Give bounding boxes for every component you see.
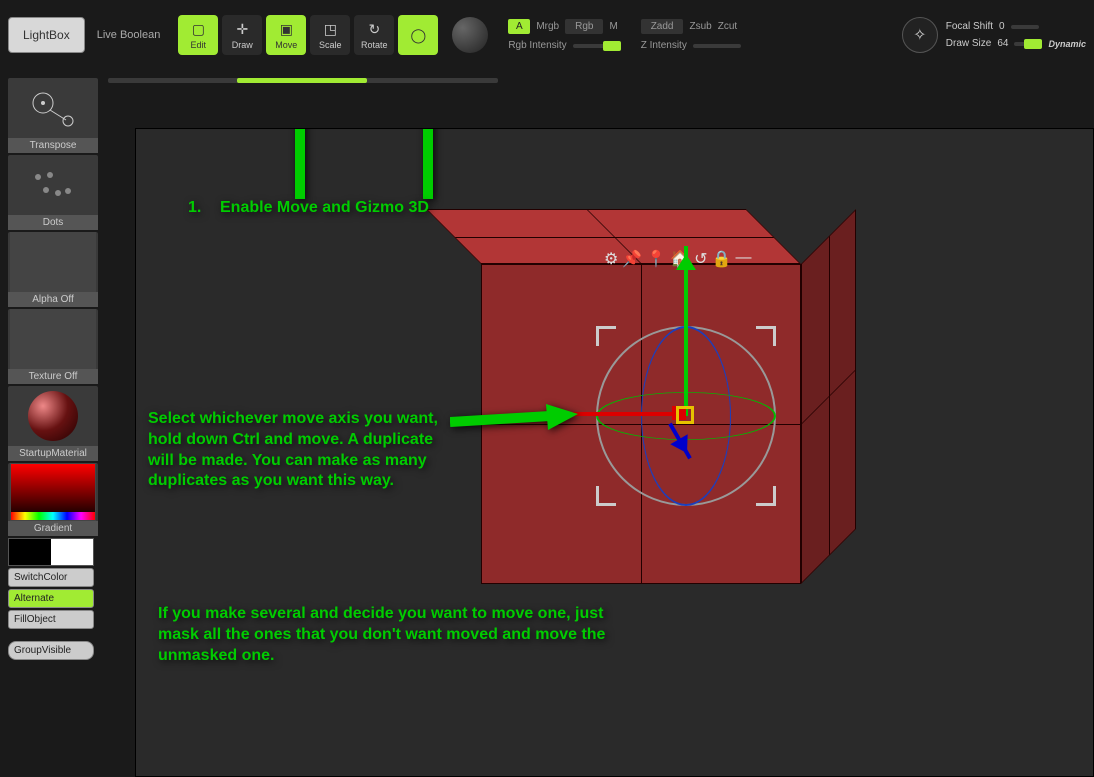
group-visible-button[interactable]: GroupVisible: [8, 641, 94, 660]
lightbox-button[interactable]: LightBox: [8, 17, 85, 53]
focal-shift-label: Focal Shift: [946, 21, 993, 32]
dots-icon: [10, 155, 96, 215]
transpose-icon: [10, 78, 96, 138]
arrow-to-gizmo: [408, 128, 468, 209]
dynamic-label: Dynamic: [1048, 39, 1086, 49]
zsub-label[interactable]: Zsub: [689, 21, 711, 32]
mrgb-label[interactable]: Mrgb: [536, 21, 559, 32]
draw-size-value: 64: [997, 38, 1008, 49]
texture-thumb: [10, 309, 96, 369]
texture-off-item[interactable]: Texture Off: [8, 309, 98, 384]
m-label[interactable]: M: [609, 21, 617, 32]
move-tool[interactable]: ▣Move: [266, 15, 306, 55]
color-picker-item[interactable]: Gradient: [8, 463, 98, 536]
arrow-to-axis: [450, 404, 580, 444]
step2-text: Select whichever move axis you want, hol…: [148, 409, 443, 492]
home-icon[interactable]: 🏠: [670, 249, 690, 269]
z-intensity-label: Z Intensity: [641, 40, 687, 51]
live-boolean-label[interactable]: Live Boolean: [97, 29, 161, 41]
transpose-item[interactable]: Transpose: [8, 78, 98, 153]
alpha-thumb: [10, 232, 96, 292]
draw-size-slider[interactable]: [1014, 42, 1042, 46]
scale-tool[interactable]: ◳Scale: [310, 15, 350, 55]
dots-item[interactable]: Dots: [8, 155, 98, 230]
undo-icon[interactable]: ↺: [694, 249, 707, 269]
startup-material-item[interactable]: StartupMaterial: [8, 386, 98, 461]
draw-tool[interactable]: ✛Draw: [222, 15, 262, 55]
material-thumb: [10, 386, 96, 446]
dynamic-brush-icon[interactable]: ✧: [902, 17, 938, 53]
viewport[interactable]: ⚙ 📌 📍 🏠 ↺ 🔒 — 1. Enable Move and Gizmo 3…: [135, 128, 1094, 777]
lock-icon[interactable]: 🔒: [712, 249, 732, 269]
rgb-channel[interactable]: Rgb: [565, 19, 603, 34]
zcut-label[interactable]: Zcut: [718, 21, 737, 32]
edit-tool[interactable]: ▢Edit: [178, 15, 218, 55]
rotate-tool[interactable]: ↻Rotate: [354, 15, 394, 55]
timeline-fill: [237, 78, 367, 83]
marker-icon[interactable]: 📍: [646, 249, 666, 269]
fill-object-button[interactable]: FillObject: [8, 610, 94, 629]
step1-text: Enable Move and Gizmo 3D: [220, 199, 429, 217]
switch-color-button[interactable]: SwitchColor: [8, 568, 94, 587]
rgb-intensity-label: Rgb Intensity: [508, 40, 566, 51]
cube-right-face: [801, 209, 856, 584]
swatch-white[interactable]: [51, 539, 93, 565]
alpha-off-item[interactable]: Alpha Off: [8, 232, 98, 307]
pin-icon[interactable]: 📌: [622, 249, 642, 269]
hue-strip[interactable]: [11, 512, 95, 520]
gear-icon[interactable]: ⚙: [604, 249, 618, 269]
dash-icon[interactable]: —: [735, 249, 751, 269]
draw-size-label: Draw Size: [946, 38, 992, 49]
a-channel[interactable]: A: [508, 19, 530, 34]
z-intensity-slider[interactable]: [693, 44, 741, 48]
color-picker[interactable]: [10, 463, 96, 521]
alternate-button[interactable]: Alternate: [8, 589, 94, 608]
gizmo3d-tool[interactable]: ◯: [398, 15, 438, 55]
focal-shift-value: 0: [999, 21, 1005, 32]
rgb-intensity-slider[interactable]: [573, 44, 621, 48]
gizmo-toolbar: ⚙ 📌 📍 🏠 ↺ 🔒 —: [604, 249, 751, 269]
brush-sphere[interactable]: [452, 17, 488, 53]
swatch-row[interactable]: [8, 538, 94, 566]
focal-slider[interactable]: [1011, 25, 1039, 29]
zadd-channel[interactable]: Zadd: [641, 19, 684, 34]
step3-text: If you make several and decide you want …: [158, 604, 628, 666]
swatch-black[interactable]: [9, 539, 51, 565]
step1-num: 1.: [188, 199, 201, 217]
